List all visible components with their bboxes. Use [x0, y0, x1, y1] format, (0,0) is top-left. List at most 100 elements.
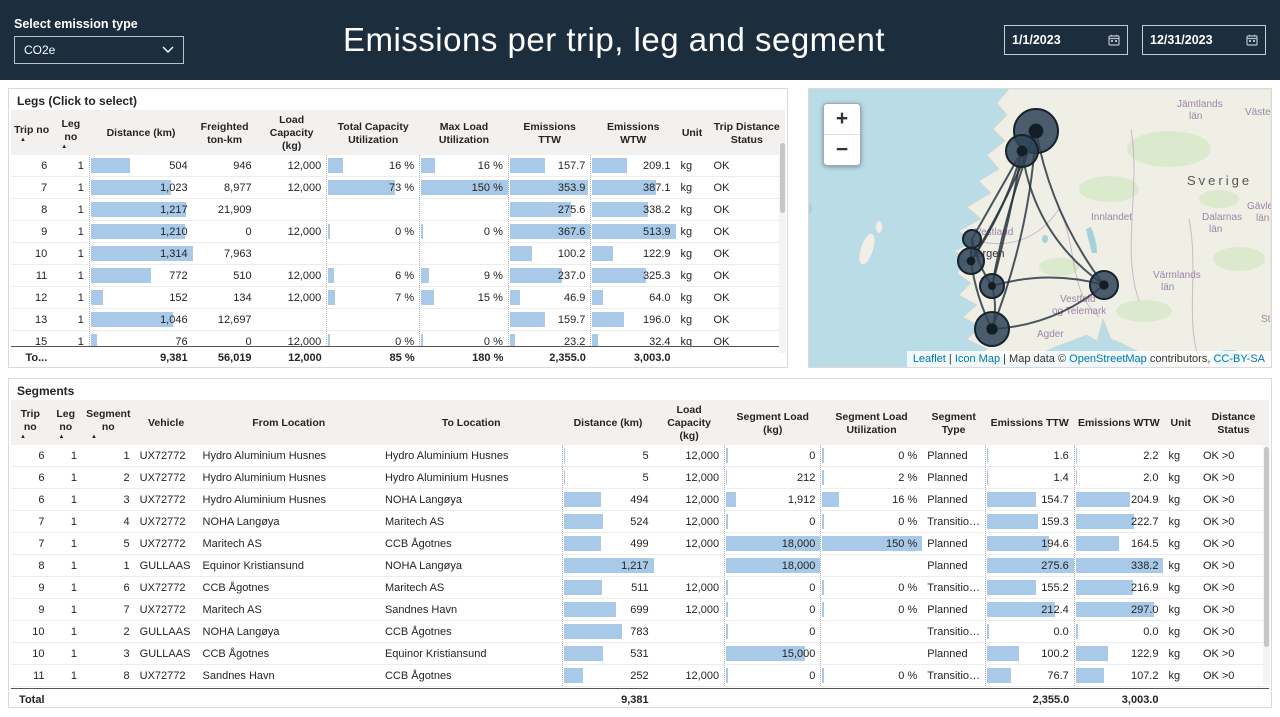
data-bar	[726, 492, 736, 507]
date-to-input[interactable]: 12/31/2023	[1142, 25, 1266, 55]
cell-value: UX72772	[140, 494, 186, 506]
column-header[interactable]: Emissions TTW	[508, 110, 591, 155]
emission-type-label: Select emission type	[14, 17, 184, 31]
table-row[interactable]: 811,21721,909275.6338.2kgOK	[11, 199, 785, 221]
table-row[interactable]: 711,0238,97712,00073 %150 %353.9387.1kgO…	[11, 177, 785, 199]
column-header[interactable]: Leg no▲	[52, 110, 89, 155]
table-cell: 1	[82, 445, 135, 467]
cell-value: 1.6	[1053, 450, 1068, 462]
cell-value: 12,000	[685, 472, 719, 484]
cell-value: kg	[681, 336, 693, 347]
segments-scrollbar[interactable]	[1263, 445, 1270, 685]
column-header[interactable]: Trip no▲	[11, 400, 50, 445]
table-row[interactable]: 11177251012,0006 %9 %237.0325.3kgOK	[11, 265, 785, 287]
table-row[interactable]: 611UX72772Hydro Aluminium HusnesHydro Al…	[11, 445, 1269, 467]
table-cell: 8,977	[193, 177, 257, 199]
column-header[interactable]: Total Capacity Utilization	[327, 110, 420, 155]
table-cell: 134	[193, 287, 257, 309]
cell-value: 13	[35, 314, 47, 326]
table-row[interactable]: 917UX72772Maritech ASSandnes Havn69912,0…	[11, 599, 1269, 621]
table-row[interactable]: 714UX72772NOHA LangøyaMaritech AS52412,0…	[11, 511, 1269, 533]
cell-value: OK	[714, 204, 730, 216]
column-header-label: Emissions TTW	[988, 417, 1071, 430]
column-header[interactable]: Emissions WTW	[1074, 400, 1163, 445]
cell-value: 524	[630, 516, 648, 528]
table-cell: UX72772	[135, 511, 198, 533]
legs-scrollbar-thumb[interactable]	[780, 143, 785, 213]
cell-value: 122.9	[1131, 648, 1159, 660]
data-bar	[592, 202, 647, 217]
table-row[interactable]: 612UX72772Hydro Aluminium HusnesHydro Al…	[11, 467, 1269, 489]
column-header[interactable]: Load Capacity (kg)	[257, 110, 327, 155]
column-header[interactable]: To Location	[380, 400, 562, 445]
column-header[interactable]: Max Load Utilization	[420, 110, 509, 155]
column-header[interactable]: Trip no▲	[11, 110, 52, 155]
column-header[interactable]: Segment Load (kg)	[725, 400, 821, 445]
legs-panel: Legs (Click to select) Trip no▲Leg no▲Di…	[8, 88, 788, 368]
cell-value: 0 %	[898, 450, 917, 462]
table-row[interactable]: 613UX72772Hydro Aluminium HusnesNOHA Lan…	[11, 489, 1269, 511]
attribution-link[interactable]: OpenStreetMap	[1069, 353, 1147, 365]
date-from-input[interactable]: 1/1/2023	[1004, 25, 1128, 55]
table-cell: 12,697	[193, 309, 257, 331]
legs-scrollbar[interactable]	[779, 141, 786, 353]
table-cell: 9	[11, 599, 50, 621]
table-row[interactable]: 811GULLAASEquinor KristiansundNOHA Langø…	[11, 555, 1269, 577]
table-cell: Maritech AS	[380, 577, 562, 599]
table-cell	[821, 643, 922, 665]
table-row[interactable]: 1311,04612,697159.7196.0kgOK	[11, 309, 785, 331]
table-row[interactable]: 1118UX72772Sandnes HavnCCB Ågotnes25212,…	[11, 665, 1269, 687]
table-row[interactable]: 1011,3147,963100.2122.9kgOK	[11, 243, 785, 265]
column-header[interactable]: Distance Status	[1198, 400, 1269, 445]
emission-type-dropdown[interactable]: CO2e	[14, 36, 184, 64]
cell-value: 15	[35, 336, 47, 347]
data-bar	[987, 492, 1037, 507]
column-header[interactable]: Load Capacity (kg)	[654, 400, 725, 445]
column-header[interactable]: Distance (km)	[89, 110, 192, 155]
column-header[interactable]: From Location	[198, 400, 380, 445]
cell-value: 159.3	[1041, 516, 1069, 528]
table-cell: 16 %	[420, 155, 509, 177]
map-panel[interactable]: JämtlandslänVästernSverigeInnlandetDalar…	[808, 88, 1272, 368]
column-header[interactable]: Trip Distance Status	[709, 110, 785, 155]
segments-scrollbar-thumb[interactable]	[1264, 447, 1269, 647]
attribution-link[interactable]: CC-BY-SA	[1213, 353, 1265, 365]
table-row[interactable]: 715UX72772Maritech ASCCB Ågotnes49912,00…	[11, 533, 1269, 555]
table-cell: 338.2	[591, 199, 676, 221]
column-header[interactable]: Segment no▲	[82, 400, 135, 445]
cell-value: 12,000	[685, 516, 719, 528]
column-header[interactable]: Emissions WTW	[591, 110, 676, 155]
zoom-out-button[interactable]: −	[824, 134, 860, 165]
table-cell: 56,019	[193, 347, 257, 369]
column-header[interactable]: Unit	[1163, 400, 1197, 445]
table-row[interactable]: 12115213412,0007 %15 %46.964.0kgOK	[11, 287, 785, 309]
table-cell: kg	[1163, 489, 1197, 511]
table-row[interactable]: 1012GULLAASNOHA LangøyaCCB Ågotnes7830Tr…	[11, 621, 1269, 643]
column-header[interactable]: Distance (km)	[562, 400, 653, 445]
table-row[interactable]: 15176012,0000 %0 %23.232.4kgOK	[11, 331, 785, 347]
data-bar	[1076, 646, 1108, 661]
cell-value: 325.3	[643, 270, 671, 282]
cell-value: 6	[38, 472, 44, 484]
cell-value: 1	[71, 648, 77, 660]
cell-value: UX72772	[140, 670, 186, 682]
table-row[interactable]: 6150494612,00016 %16 %157.7209.1kgOK	[11, 155, 785, 177]
map-node[interactable]	[963, 230, 981, 248]
column-header[interactable]: Leg no▲	[50, 400, 82, 445]
attribution-link[interactable]: Icon Map	[955, 353, 1000, 365]
column-header[interactable]: Segment Type	[922, 400, 985, 445]
zoom-in-button[interactable]: +	[824, 104, 860, 134]
table-row[interactable]: 916UX72772CCB ÅgotnesMaritech AS51112,00…	[11, 577, 1269, 599]
column-header[interactable]: Freighted ton-km	[193, 110, 257, 155]
column-header[interactable]: Unit	[676, 110, 709, 155]
column-header[interactable]: Vehicle	[135, 400, 198, 445]
table-cell: 2,355.0	[508, 347, 591, 369]
attribution-link[interactable]: Leaflet	[913, 353, 946, 365]
column-header[interactable]: Emissions TTW	[985, 400, 1074, 445]
cell-value: 4	[124, 516, 130, 528]
table-row[interactable]: 911,210012,0000 %0 %367.6513.9kgOK	[11, 221, 785, 243]
leaflet-map[interactable]: JämtlandslänVästernSverigeInnlandetDalar…	[809, 89, 1271, 367]
cell-value: 338.2	[1131, 560, 1159, 572]
table-row[interactable]: 1013GULLAASCCB ÅgotnesEquinor Kristiansu…	[11, 643, 1269, 665]
column-header[interactable]: Segment Load Utilization	[821, 400, 922, 445]
